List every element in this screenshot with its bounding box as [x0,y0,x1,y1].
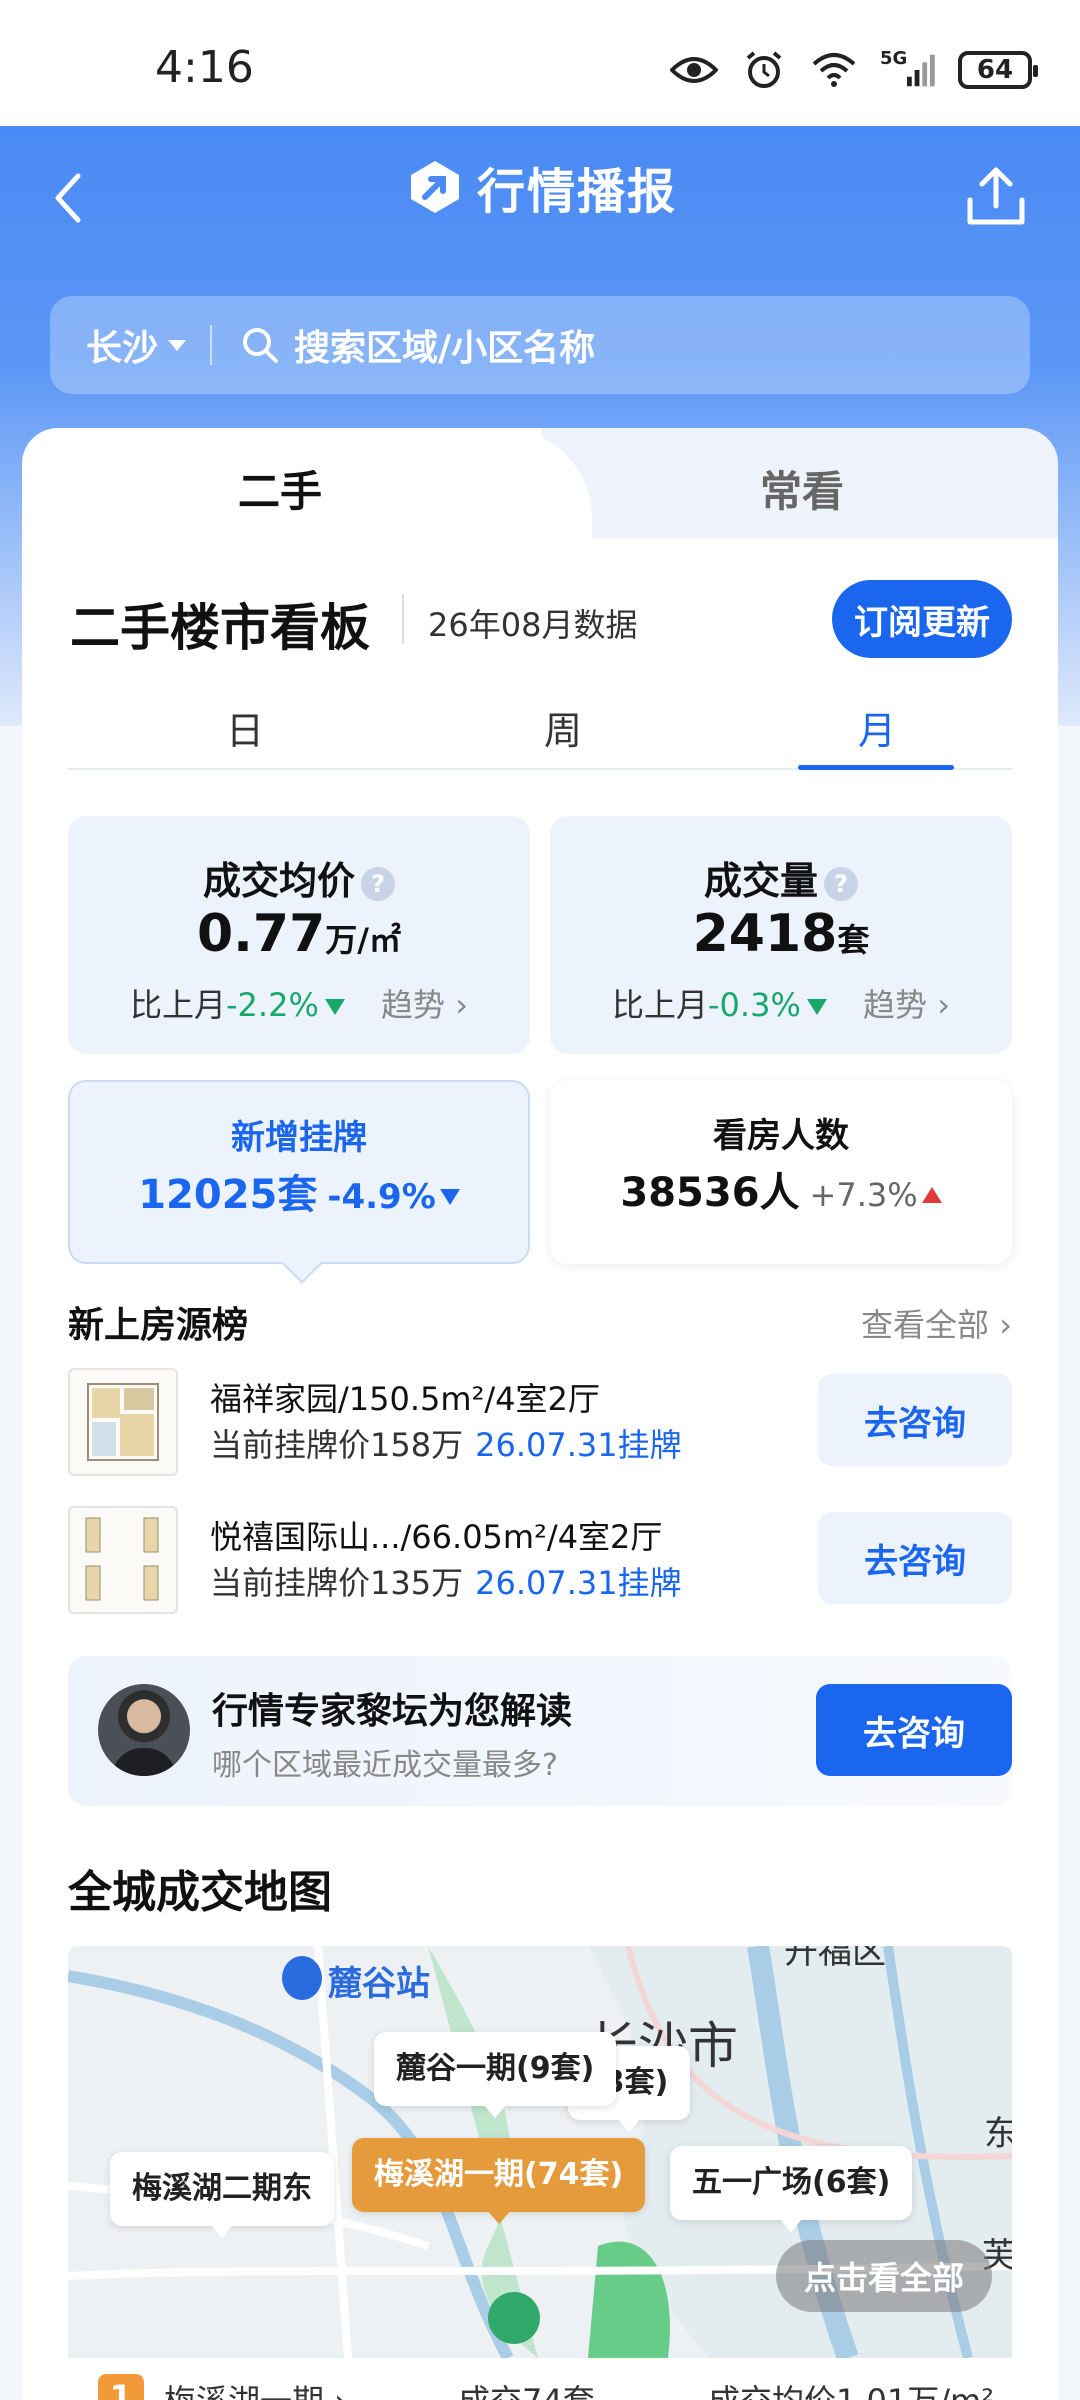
help-icon[interactable]: ? [824,866,858,901]
change-value: -2.2% [226,986,319,1024]
status-icons: 5G 64 [670,47,1038,90]
back-button[interactable] [44,168,94,228]
stat-label: 成交量? [550,850,1012,905]
period-tabs: 日 周 月 [68,678,1012,770]
status-bar: 4:16 5G 64 [0,0,1080,126]
map-view-all-button[interactable]: 点击看全部 [776,2240,992,2312]
listing-price: 当前挂牌价158万 26.07.31挂牌 [210,1426,682,1464]
city-selector[interactable]: 长沙 [86,319,158,371]
rank-name[interactable]: 梅溪湖一期 › [164,2376,347,2400]
listing-title: 悦禧国际山.../66.05m²/4室2厅 [210,1518,663,1556]
stat-comparison: 比上月-2.2% 趋势 › [129,986,468,1024]
divider [210,325,213,365]
change-value: -0.3% [708,986,801,1024]
floorplan-thumbnail [68,1506,178,1614]
page-title: 行情播报 [477,164,678,220]
map-area-label: 东 [984,2114,1012,2154]
stat-new-listings-card[interactable]: 新增挂牌 12025套 -4.9% [68,1080,530,1264]
expert-consult-button[interactable]: 去咨询 [816,1684,1012,1776]
divider [402,594,404,644]
wifi-icon [810,50,858,90]
stat-comparison: 比上月-0.3% 趋势 › [611,986,950,1024]
share-icon [967,167,1025,225]
tab-frequent[interactable]: 常看 [760,458,844,519]
main-card: 二手 常看 二手楼市看板 26年08月数据 订阅更新 日 周 月 成交均价? 0… [22,428,1058,2400]
ranking-row[interactable]: 1 梅溪湖一期 › 成交74套 成交均价1.01万/m² [68,2368,1012,2400]
expert-subtitle: 哪个区域最近成交量最多? [212,1748,558,1783]
stat-value: 12025套 -4.9% [70,1162,528,1220]
map-top-label: 开福区 [784,1946,886,1972]
header-title-group: 行情播报 [405,152,677,222]
map-station-label: 麓谷站 [328,1964,430,2004]
stat-value: 0.77万/㎡ [196,904,401,964]
active-tab-indicator [798,765,954,770]
down-arrow-icon [806,999,827,1015]
stat-viewers-card[interactable]: 看房人数 38536人 +7.3% [550,1080,1012,1264]
map-pin[interactable]: 五一广场(6套) [670,2146,913,2232]
map-pin[interactable]: 梅溪湖二期东 [110,2152,334,2238]
tab-month[interactable]: 月 [858,700,896,755]
trend-link[interactable]: 趋势 › [381,986,468,1024]
tab-secondhand[interactable]: 二手 [238,458,322,519]
eye-icon [670,50,718,90]
section-title: 全城成交地图 [68,1867,332,1918]
stat-avg-price-card[interactable]: 成交均价? 0.77万/㎡ 比上月-2.2% 趋势 › [68,816,530,1054]
tab-week[interactable]: 周 [544,700,582,755]
stat-value: 2418套 [692,904,870,964]
expert-banner[interactable]: 行情专家黎坛为您解读 哪个区域最近成交量最多? 去咨询 [68,1656,1012,1806]
floorplan-thumbnail [68,1368,178,1476]
search-input[interactable]: 搜索区域/小区名称 [294,319,595,371]
help-icon[interactable]: ? [361,866,395,901]
tab-day[interactable]: 日 [226,700,264,755]
status-time: 4:16 [155,42,254,93]
share-button[interactable] [964,164,1028,230]
map-pin[interactable]: 麓谷一期(9套) [374,2032,617,2118]
section-title: 新上房源榜 [68,1305,249,1346]
change-value: -4.9% [327,1177,436,1217]
stat-label: 成交均价? [68,850,530,905]
rank-volume: 成交74套 [458,2376,595,2400]
map-pin-active[interactable]: 梅溪湖一期(74套) [352,2138,646,2224]
down-arrow-icon [439,1189,460,1205]
list-item[interactable]: 福祥家园/150.5m²/4室2厅 当前挂牌价158万 26.07.31挂牌 去咨… [68,1368,1012,1478]
metro-station-icon [282,1956,322,2000]
view-all-link[interactable]: 查看全部 › [861,1300,1012,1346]
rank-avg-price: 成交均价1.01万/m² [708,2376,994,2400]
board-title: 二手楼市看板 [70,599,370,657]
stat-label: 新增挂牌 [231,1118,367,1158]
alarm-icon [740,50,788,90]
cellular-signal-icon: 5G [880,47,936,90]
caret-down-icon[interactable] [168,339,187,351]
stat-label: 看房人数 [713,1116,849,1156]
avatar [98,1684,190,1776]
down-arrow-icon [324,999,345,1015]
network-label: 5G [880,47,908,69]
rank-badge: 1 [98,2374,144,2400]
up-arrow-icon [921,1187,942,1203]
battery-icon: 64 [958,51,1038,89]
stat-volume-card[interactable]: 成交量? 2418套 比上月-0.3% 趋势 › [550,816,1012,1054]
search-bar[interactable]: 长沙 搜索区域/小区名称 [50,296,1030,394]
stat-value: 38536人 +7.3% [550,1160,1012,1218]
list-item[interactable]: 悦禧国际山.../66.05m²/4室2厅 当前挂牌价135万 26.07.31挂… [68,1506,1012,1616]
consult-button[interactable]: 去咨询 [818,1512,1012,1604]
subscribe-button[interactable]: 订阅更新 [832,580,1012,658]
search-icon [243,328,279,363]
listing-title: 福祥家园/150.5m²/4室2厅 [210,1380,600,1418]
chevron-left-icon [55,173,81,223]
board-date: 26年08月数据 [428,606,638,644]
change-value: +7.3% [809,1176,918,1214]
listing-price: 当前挂牌价135万 26.07.31挂牌 [210,1564,682,1602]
consult-button[interactable]: 去咨询 [818,1374,1012,1466]
top-tabs: 二手 常看 [22,428,1058,538]
app-logo-icon [411,161,459,213]
trend-link[interactable]: 趋势 › [863,986,950,1024]
expert-title: 行情专家黎坛为您解读 [212,1691,573,1732]
transaction-map[interactable]: 麓谷站 开福区 长沙市 东 芙 (3套) 麓谷一期(9套) 梅溪湖二期东 梅溪湖… [68,1946,1012,2358]
